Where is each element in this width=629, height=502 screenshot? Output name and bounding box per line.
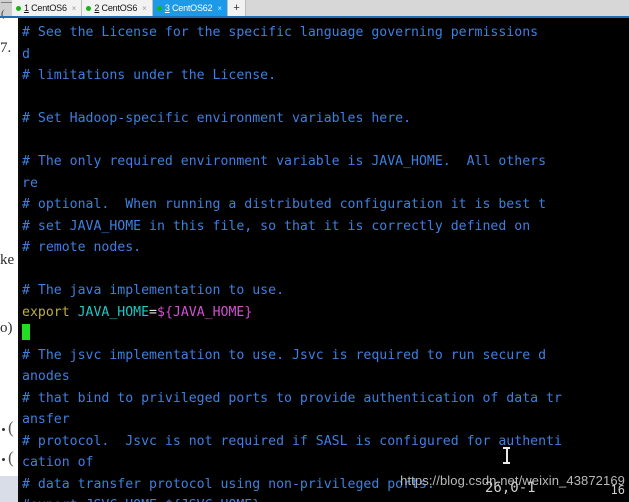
tab-label: 2 CentOS6 — [94, 3, 138, 13]
terminal-text-span: # Set Hadoop-specific environment variab… — [22, 111, 412, 126]
terminal-line: export JAVA_HOME=${JAVA_HOME} — [22, 302, 629, 324]
tab-label: 3 CentOS62 — [164, 3, 213, 13]
terminal-text-span: # set JAVA_HOME in this file, so that it… — [22, 218, 531, 234]
tab-centos6-2[interactable]: 2 CentOS6 × — [82, 0, 153, 16]
terminal-line: # The java implementation to use. — [22, 280, 629, 302]
terminal-line: # that bind to privileged ports to provi… — [22, 388, 629, 410]
terminal-line: # optional. When running a distributed c… — [22, 194, 629, 216]
session-status-dot-icon — [86, 5, 92, 11]
terminal-text-span: export — [22, 304, 78, 320]
background-text-fragment-1: 7. — [0, 40, 12, 56]
terminal-text-span: # limitations under the License. — [22, 68, 277, 83]
terminal-text-span: # The only required environment variable… — [22, 154, 547, 169]
terminal-text-span: # remote nodes. — [22, 240, 142, 255]
background-paren-1: ( — [8, 418, 14, 437]
terminal-line: d — [22, 44, 629, 66]
text-cursor — [22, 324, 31, 340]
vim-editor-buffer[interactable]: # See the License for the specific langu… — [22, 22, 629, 502]
terminal-text-span: = — [149, 304, 157, 320]
terminal-line: cation of — [22, 452, 629, 474]
terminal-text-span: # The jsvc implementation to use. Jsvc i… — [22, 347, 547, 363]
terminal-text-span: ${JAVA_HOME} — [157, 304, 253, 320]
terminal-line: anodes — [22, 366, 629, 388]
background-bullet-2 — [2, 458, 5, 461]
terminal-line — [22, 323, 629, 345]
background-paren-2: ( — [8, 448, 14, 467]
terminal-text-span: # that bind to privileged ports to provi… — [22, 390, 562, 406]
terminal-left-edge — [18, 18, 20, 502]
terminal-line: # The jsvc implementation to use. Jsvc i… — [22, 345, 629, 367]
close-icon[interactable]: × — [217, 4, 222, 13]
tab-bar-empty-area — [246, 0, 629, 16]
terminal-line: ansfer — [22, 409, 629, 431]
tab-bar: —( 1 CentOS6 × 2 CentOS6 × 3 CentOS62 × … — [0, 0, 629, 20]
watermark-text: https://blog.csdn.net/weixin_43872169 — [400, 473, 625, 488]
terminal-emulator-window: 7. ke o) ( ( —( 1 CentOS6 × 2 CentOS6 × … — [0, 0, 629, 502]
tab-centos6-1[interactable]: 1 CentOS6 × — [12, 0, 83, 16]
terminal-text-span: JAVA_HOME — [77, 304, 150, 320]
tab-centos62-3[interactable]: 3 CentOS62 × — [152, 0, 229, 16]
close-icon[interactable]: × — [72, 4, 77, 13]
session-status-dot-icon — [16, 5, 21, 11]
close-icon[interactable]: × — [142, 4, 147, 13]
terminal-text-span: cation of — [22, 455, 94, 470]
background-text-fragment-2: ke — [0, 252, 15, 268]
terminal-line: # limitations under the License. — [22, 65, 629, 87]
background-text-fragment-3: o) — [0, 320, 13, 336]
session-status-dot-icon — [156, 5, 162, 11]
new-tab-button[interactable]: + — [228, 0, 247, 16]
terminal-line: # The only required environment variable… — [22, 151, 629, 173]
terminal-line: re — [22, 173, 629, 195]
terminal-text-span: ansfer — [22, 412, 70, 427]
terminal-line: # Set Hadoop-specific environment variab… — [22, 108, 629, 130]
terminal-text-span: d — [22, 46, 30, 62]
tab-label: 1 CentOS6 — [24, 3, 67, 13]
terminal-text-span: re — [22, 175, 38, 191]
terminal-pane[interactable]: # See the License for the specific langu… — [18, 18, 629, 502]
tab-bar-underline — [0, 16, 629, 18]
terminal-line: # protocol. Jsvc is not required if SASL… — [22, 431, 629, 453]
background-bullet-1 — [2, 428, 5, 431]
terminal-text-span: # optional. When running a distributed c… — [22, 197, 547, 212]
window-control-glyphs[interactable]: —( — [0, 0, 12, 20]
terminal-text-span: # See the License for the specific langu… — [22, 25, 539, 40]
terminal-text-span: # protocol. Jsvc is not required if SASL… — [22, 433, 562, 449]
terminal-line: # See the License for the specific langu… — [22, 22, 629, 44]
terminal-line: # remote nodes. — [22, 237, 629, 259]
terminal-line: # set JAVA_HOME in this file, so that it… — [22, 216, 629, 238]
terminal-text-span: # The java implementation to use. — [22, 283, 285, 298]
terminal-text-span: anodes — [22, 369, 70, 384]
